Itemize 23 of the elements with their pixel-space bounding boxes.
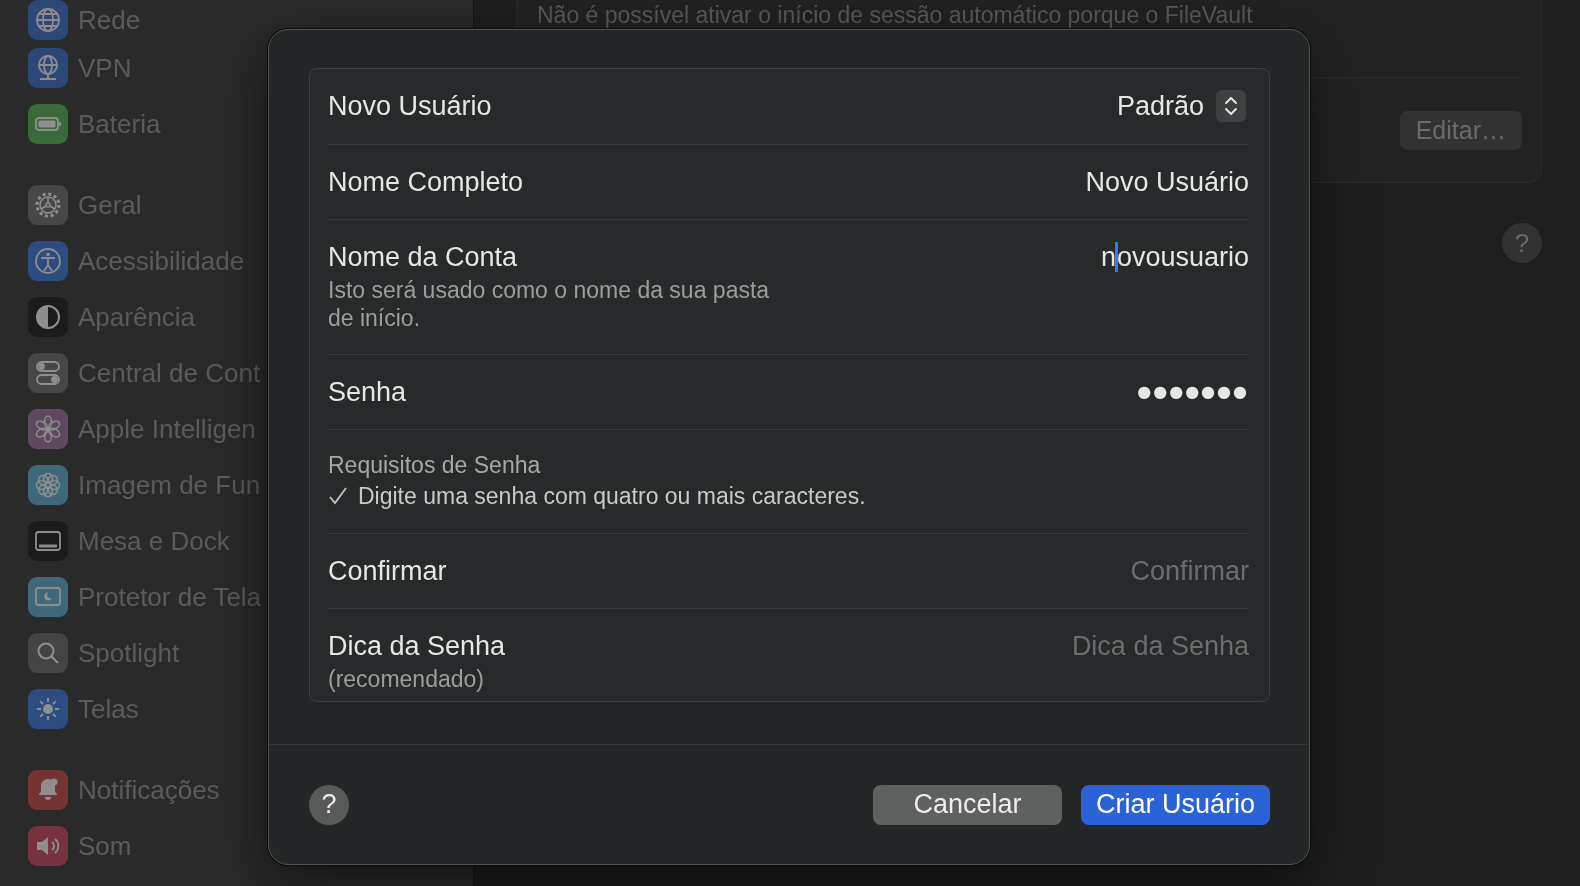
text-field[interactable]: Dica da Senha bbox=[929, 631, 1249, 661]
text-field[interactable]: Novo Usuário bbox=[1085, 167, 1249, 197]
help-button[interactable]: ? bbox=[309, 784, 349, 825]
field-label: Confirmar bbox=[328, 556, 447, 586]
cancel-button[interactable]: Cancelar bbox=[873, 784, 1062, 825]
field-label: Nome da Conta bbox=[328, 242, 518, 272]
requirements-title: Requisitos de Senha bbox=[328, 452, 541, 478]
text-field[interactable]: Confirmar bbox=[929, 556, 1249, 586]
edit-button[interactable]: Editar… bbox=[1399, 110, 1522, 150]
password-field[interactable]: ●●●●●●● bbox=[1137, 377, 1249, 407]
field-note: (recomendado) bbox=[328, 665, 484, 693]
create-user-button[interactable]: Criar Usuário bbox=[1081, 784, 1270, 825]
popup-menu[interactable]: Padrão bbox=[1116, 90, 1246, 122]
requirement-text: Digite uma senha com quatro ou mais caracteres. bbox=[358, 482, 866, 511]
field-label: Senha bbox=[328, 377, 407, 407]
field-label: Novo Usuário bbox=[328, 91, 492, 121]
field-label: Nome Completo bbox=[328, 167, 524, 197]
up-down-chevron-icon bbox=[1216, 90, 1246, 122]
text-cursor-icon bbox=[1114, 242, 1118, 272]
field-note: Isto será usado como o nome da sua pasta de início. bbox=[328, 276, 771, 332]
field-label: Dica da Senha bbox=[328, 631, 506, 661]
text-field[interactable]: novousuario bbox=[1100, 242, 1249, 272]
help-button[interactable]: ? bbox=[1502, 223, 1542, 263]
